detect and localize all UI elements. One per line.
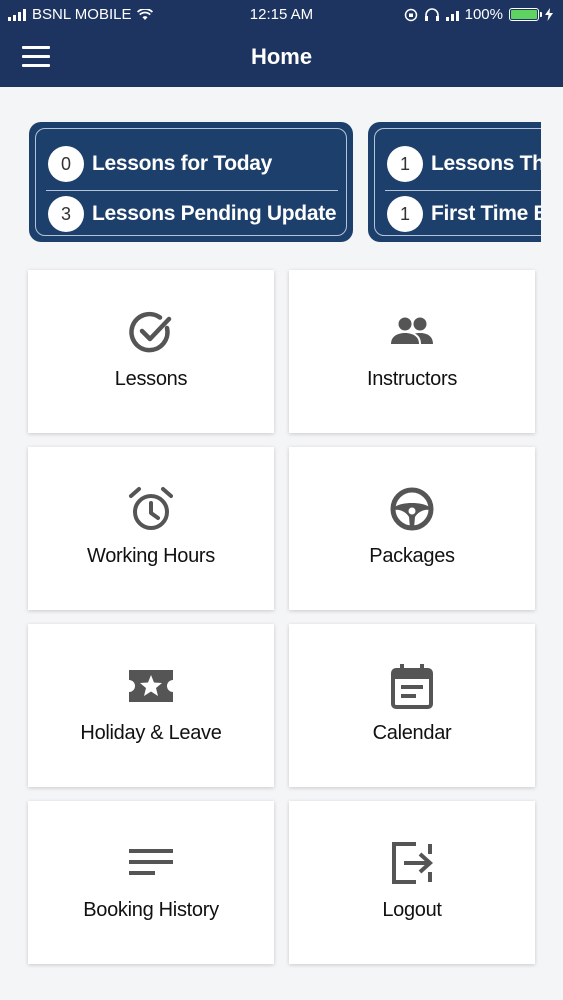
orientation-lock-icon [404, 8, 417, 21]
booking-history-tile[interactable]: Booking History [28, 801, 274, 964]
logout-tile[interactable]: Logout [289, 801, 535, 964]
alarm-clock-icon [129, 487, 173, 530]
calendar-tile[interactable]: Calendar [289, 624, 535, 787]
count-badge: 0 [48, 146, 84, 182]
count-badge: 1 [387, 196, 423, 232]
tile-label: Instructors [366, 368, 458, 390]
summary-label: First Time Bo [431, 202, 541, 225]
summary-card[interactable]: 1 Lessons This 1 First Time Bo [368, 122, 541, 242]
steering-wheel-icon [390, 487, 434, 531]
tile-label: Logout [382, 899, 442, 921]
calendar-icon [391, 664, 433, 709]
summary-label: Lessons Pending Update [92, 202, 337, 225]
tile-label: Booking History [83, 899, 219, 921]
working-hours-tile[interactable]: Working Hours [28, 447, 274, 610]
check-circle-icon [129, 311, 172, 353]
summary-row[interactable]: 3 Lessons Pending Update [48, 191, 338, 237]
summary-label: Lessons This [431, 152, 541, 175]
holiday-leave-tile[interactable]: Holiday & Leave [28, 624, 274, 787]
summary-row[interactable]: 0 Lessons for Today [48, 141, 338, 187]
battery-percent: 100% [464, 6, 503, 23]
people-icon [391, 317, 433, 344]
instructors-tile[interactable]: Instructors [289, 270, 535, 433]
ticket-star-icon [129, 670, 173, 702]
charging-icon [545, 8, 553, 21]
battery-icon [509, 8, 542, 21]
tile-label: Packages [369, 545, 455, 567]
cellular-icon [445, 9, 459, 21]
tile-label: Calendar [372, 722, 452, 744]
status-bar: BSNL MOBILE 12:15 AM 100% [0, 0, 563, 30]
packages-tile[interactable]: Packages [289, 447, 535, 610]
page-title: Home [250, 44, 313, 69]
tile-label: Holiday & Leave [80, 722, 222, 744]
summary-row[interactable]: 1 Lessons This [387, 141, 541, 187]
app-header: BSNL MOBILE 12:15 AM 100% Home [0, 0, 563, 87]
tile-label: Lessons [114, 368, 188, 390]
summary-label: Lessons for Today [92, 152, 273, 175]
summary-carousel[interactable]: 0 Lessons for Today 3 Lessons Pending Up… [0, 120, 541, 245]
summary-row[interactable]: 1 First Time Bo [387, 191, 541, 237]
logout-icon [392, 842, 433, 884]
count-badge: 1 [387, 146, 423, 182]
list-lines-icon [129, 849, 173, 875]
headphones-icon [424, 7, 439, 21]
lessons-tile[interactable]: Lessons [28, 270, 274, 433]
tile-label: Working Hours [87, 545, 215, 567]
summary-card[interactable]: 0 Lessons for Today 3 Lessons Pending Up… [29, 122, 353, 242]
count-badge: 3 [48, 196, 84, 232]
